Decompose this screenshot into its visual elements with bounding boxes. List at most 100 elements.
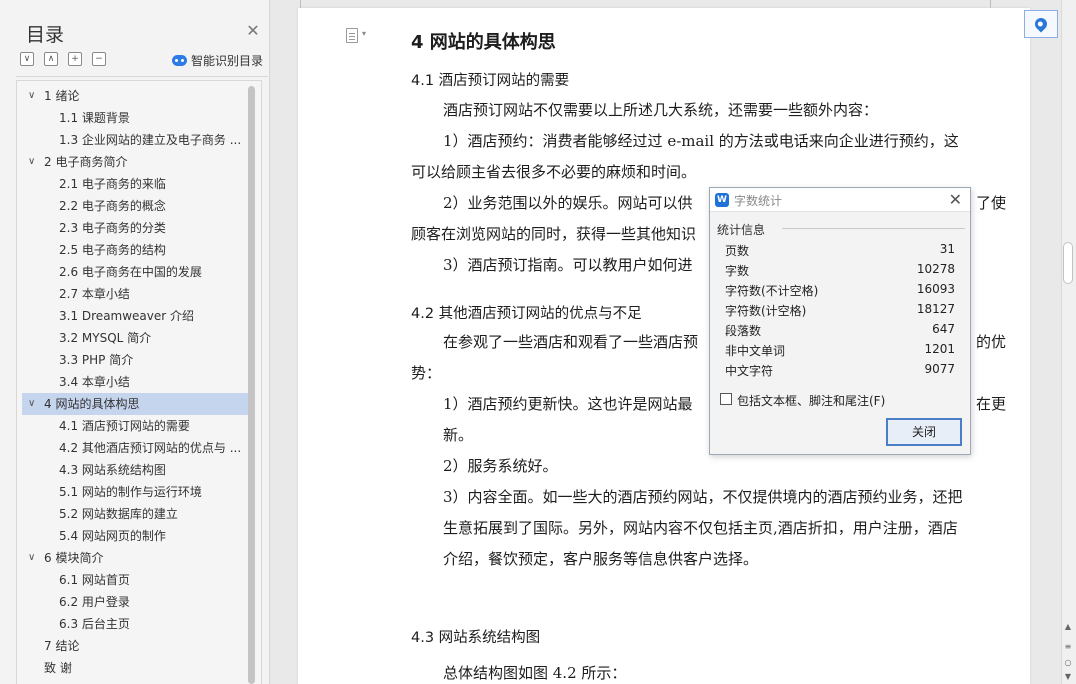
scrollbar-thumb[interactable] — [1063, 242, 1073, 284]
dialog-titlebar[interactable]: W 字数统计 ✕ — [710, 188, 970, 212]
paragraph: 势： — [411, 364, 442, 382]
prev-page-icon[interactable]: ≡ — [1063, 642, 1073, 651]
toc-item[interactable]: ∨ 6 模块简介 — [22, 547, 248, 569]
chevron-down-icon[interactable]: ∨ — [28, 547, 35, 569]
close-button[interactable]: 关闭 — [886, 418, 962, 446]
stat-row: 中文字符 9077 — [725, 360, 955, 380]
toc-item[interactable]: 2.2 电子商务的概念 — [22, 195, 248, 217]
stat-value: 10278 — [916, 262, 955, 276]
include-textbox-checkbox[interactable] — [720, 393, 732, 405]
paragraph: 总体结构图如图 4.2 所示： — [443, 664, 627, 682]
toc-item-label: 2.5 电子商务的结构 — [59, 243, 166, 257]
toc-item[interactable]: 致 谢 — [22, 657, 248, 679]
location-pin-icon — [1032, 15, 1050, 33]
paragraph-fragment: 在更 — [976, 395, 1007, 413]
toc-item[interactable]: 6.1 网站首页 — [22, 569, 248, 591]
stat-value: 9077 — [924, 362, 955, 376]
stat-label: 字符数(计空格) — [725, 304, 807, 318]
toc-item[interactable]: 5.2 网站数据库的建立 — [22, 503, 248, 525]
toc-item[interactable]: 1.1 课题背景 — [22, 107, 248, 129]
toc-item-label: 3.3 PHP 简介 — [59, 353, 134, 367]
expand-all-icon[interactable]: ∨ — [20, 52, 34, 66]
stat-label: 非中文单词 — [725, 344, 786, 358]
section-heading: 4.2 其他酒店预订网站的优点与不足 — [411, 306, 642, 322]
toc-item-label: 4.2 其他酒店预订网站的优点与 ... — [59, 441, 242, 455]
stat-label: 字数 — [725, 264, 750, 278]
toc-item[interactable]: 3.1 Dreamweaver 介绍 — [22, 305, 248, 327]
toc-item[interactable]: 3.4 本章小结 — [22, 371, 248, 393]
include-textbox-label[interactable]: 包括文本框、脚注和尾注(F) — [737, 392, 885, 409]
collapse-level-icon[interactable]: ∧ — [44, 52, 58, 66]
toc-item-label: 1.1 课题背景 — [59, 111, 130, 125]
toc-item[interactable]: 2.6 电子商务在中国的发展 — [22, 261, 248, 283]
toc-item[interactable]: 6.3 后台主页 — [22, 613, 248, 635]
chapter-heading: 4 网站的具体构思 — [411, 32, 556, 53]
toc-item-label: 2.1 电子商务的来临 — [59, 177, 166, 191]
toc-item-label: 2.7 本章小结 — [59, 287, 130, 301]
toc-item[interactable]: 1.3 企业网站的建立及电子商务 ... — [22, 129, 248, 151]
toc-item[interactable]: 5.4 网站网页的制作 — [22, 525, 248, 547]
toc-item-label: 5.4 网站网页的制作 — [59, 529, 166, 543]
paragraph-fragment: 了使 — [976, 194, 1007, 212]
paragraph-fragment: 的优 — [976, 333, 1007, 351]
toc-item-label: 7 结论 — [44, 639, 80, 653]
paragraph: 3）内容全面。如一些大的酒店预约网站，不仅提供境内的酒店预约业务，还把 — [443, 488, 963, 506]
toc-item[interactable]: 2.5 电子商务的结构 — [22, 239, 248, 261]
next-page-icon[interactable]: ▼ — [1063, 672, 1073, 681]
select-browse-icon[interactable]: ○ — [1063, 658, 1073, 667]
toc-list: ∨ 1 绪论 1.1 课题背景 1.3 企业网站的建立及电子商务 ... ∨ 2 电子商务… — [22, 85, 248, 679]
paragraph: 3）酒店预订指南。可以教用户如何进 — [443, 256, 693, 274]
paragraph: 1）酒店预约：消费者能够经过过 e-mail 的方法或电话来向企业进行预约，这 — [443, 132, 959, 150]
stat-value: 16093 — [916, 282, 955, 296]
paragraph: 新。 — [443, 426, 474, 444]
stat-label: 字符数(不计空格) — [725, 284, 819, 298]
toc-item[interactable]: 3.3 PHP 简介 — [22, 349, 248, 371]
stat-row: 段落数 647 — [725, 320, 955, 340]
toc-item[interactable]: 4.1 酒店预订网站的需要 — [22, 415, 248, 437]
paragraph: 在参观了一些酒店和观看了一些酒店预 — [443, 333, 699, 351]
ai-robot-icon — [172, 55, 187, 66]
toc-item-label: 4 网站的具体构思 — [44, 397, 140, 411]
chevron-down-icon[interactable]: ▾ — [362, 29, 366, 38]
add-heading-icon[interactable]: + — [68, 52, 82, 66]
vertical-scrollbar[interactable] — [1061, 0, 1076, 684]
toc-item-label: 6 模块简介 — [44, 551, 104, 565]
toc-item[interactable]: 5.1 网站的制作与运行环境 — [22, 481, 248, 503]
toc-item[interactable]: ∨ 2 电子商务简介 — [22, 151, 248, 173]
remove-heading-icon[interactable]: − — [92, 52, 106, 66]
paragraph: 生意拓展到了国际。另外，网站内容不仅包括主页,酒店折扣，用户注册，酒店 — [443, 519, 958, 537]
paragraph-menu-icon[interactable] — [346, 28, 358, 43]
smart-toc-label: 智能识别目录 — [191, 54, 264, 68]
toc-item[interactable]: 2.3 电子商务的分类 — [22, 217, 248, 239]
toc-item-label: 2.6 电子商务在中国的发展 — [59, 265, 202, 279]
stat-row: 页数 31 — [725, 240, 955, 260]
close-icon[interactable]: ✕ — [244, 22, 262, 40]
chevron-down-icon[interactable]: ∨ — [28, 85, 35, 107]
toc-item-label: 2 电子商务简介 — [44, 155, 128, 169]
scroll-up-icon[interactable]: ▲ — [1063, 622, 1073, 631]
smart-toc-button[interactable]: 智能识别目录 — [172, 52, 263, 69]
stat-row: 非中文单词 1201 — [725, 340, 955, 360]
toc-item[interactable]: ∨ 4 网站的具体构思 — [22, 393, 248, 415]
toc-item[interactable]: 3.2 MYSQL 简介 — [22, 327, 248, 349]
divider — [782, 228, 965, 229]
toc-item[interactable]: 7 结论 — [22, 635, 248, 657]
dialog-title: 字数统计 — [734, 194, 783, 208]
toc-item[interactable]: ∨ 1 绪论 — [22, 85, 248, 107]
toc-item[interactable]: 6.2 用户登录 — [22, 591, 248, 613]
toc-sidebar: 目录 ✕ ∨ ∧ + − 智能识别目录 ∨ 1 绪论 1.1 课题背景 1.3 企业网… — [0, 0, 270, 684]
toc-item[interactable]: 2.1 电子商务的来临 — [22, 173, 248, 195]
location-pin-button[interactable] — [1024, 10, 1058, 38]
toc-item[interactable]: 4.2 其他酒店预订网站的优点与 ... — [22, 437, 248, 459]
close-icon[interactable]: ✕ — [949, 190, 962, 209]
stat-label: 页数 — [725, 244, 750, 258]
chevron-down-icon[interactable]: ∨ — [28, 393, 35, 415]
chevron-down-icon[interactable]: ∨ — [28, 151, 35, 173]
toc-item[interactable]: 4.3 网站系统结构图 — [22, 459, 248, 481]
stats-section-label: 统计信息 — [717, 223, 766, 237]
paragraph: 顾客在浏览网站的同时，获得一些其他知识 — [411, 225, 697, 243]
toc-item-label: 3.1 Dreamweaver 介绍 — [59, 309, 195, 323]
toc-item[interactable]: 2.7 本章小结 — [22, 283, 248, 305]
toc-item-label: 3.2 MYSQL 简介 — [59, 331, 152, 345]
sidebar-scrollbar[interactable] — [248, 86, 255, 684]
